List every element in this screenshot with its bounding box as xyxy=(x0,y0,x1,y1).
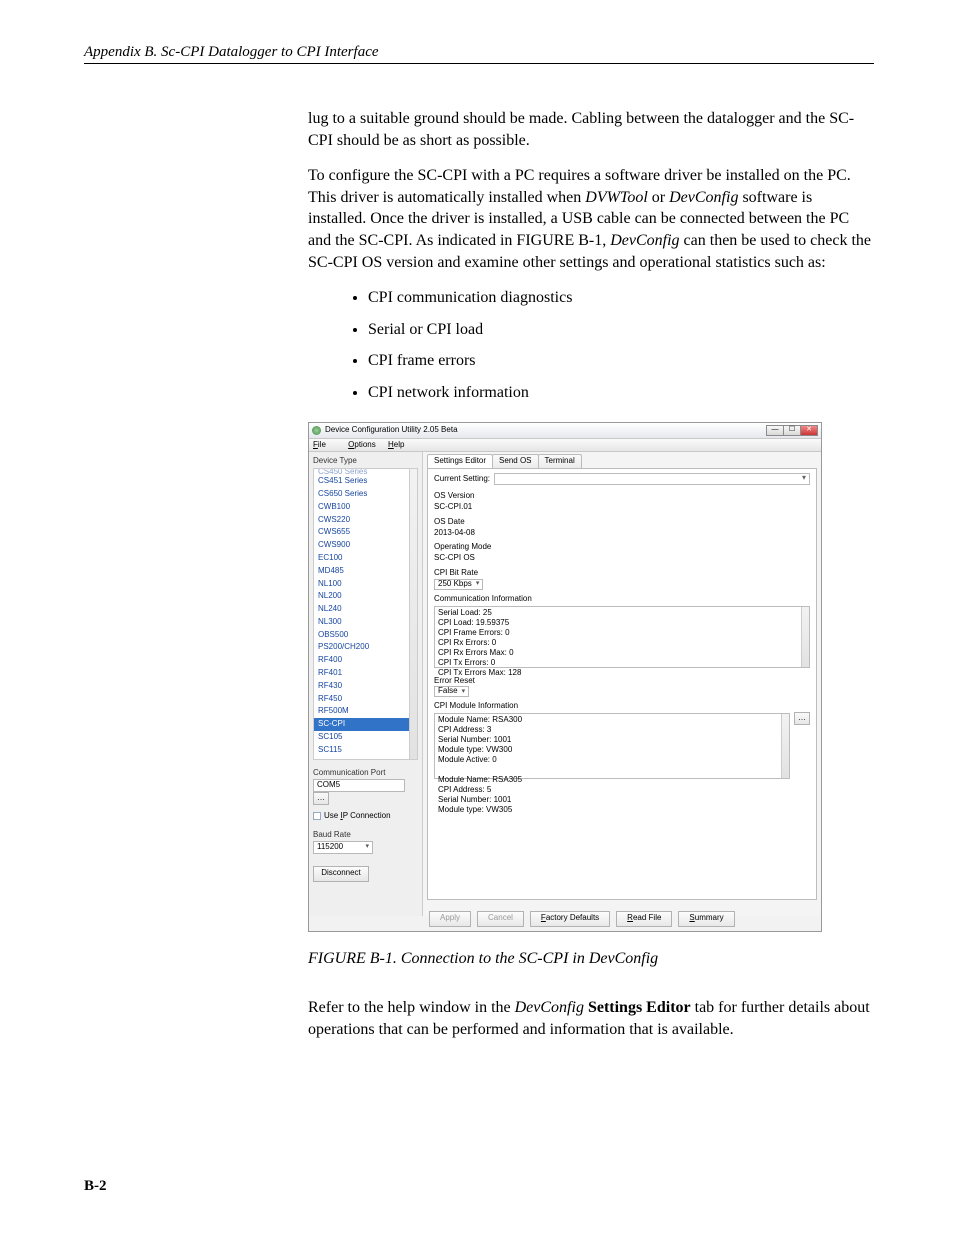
maximize-button[interactable]: ☐ xyxy=(783,425,801,436)
use-ip-label: Use IP Connection xyxy=(324,811,391,822)
italic-devconfig-3: DevConfig xyxy=(515,999,584,1016)
list-item[interactable]: RF450 xyxy=(314,693,417,706)
tab-terminal[interactable]: Terminal xyxy=(538,454,582,468)
comm-info-label: Communication Information xyxy=(434,594,810,605)
devconfig-window: Device Configuration Utility 2.05 Beta —… xyxy=(308,422,822,932)
list-item[interactable]: EC100 xyxy=(314,552,417,565)
list-item[interactable]: CS451 Series xyxy=(314,475,417,488)
list-item[interactable]: CWB100 xyxy=(314,501,417,514)
tab-settings-editor[interactable]: Settings Editor xyxy=(427,454,493,468)
list-item[interactable]: SDM-CAN xyxy=(314,757,417,760)
baud-rate-combo[interactable]: 115200 ▾ xyxy=(313,841,373,854)
comm-port-label: Communication Port xyxy=(313,768,418,779)
summary-button[interactable]: Summary xyxy=(678,911,734,927)
paragraph-1: lug to a suitable ground should be made.… xyxy=(308,108,874,151)
baud-rate-label: Baud Rate xyxy=(313,830,418,841)
error-reset-combo[interactable]: False ▾ xyxy=(434,686,469,697)
menu-bar: File Options Help xyxy=(309,439,821,453)
list-item-selected[interactable]: SC-CPI xyxy=(314,718,417,731)
module-info-browse-button[interactable]: … xyxy=(794,712,810,725)
figure-caption: FIGURE B-1. Connection to the SC-CPI in … xyxy=(308,948,874,970)
italic-dvwtool: DVWTool xyxy=(585,189,648,206)
os-date-label: OS Date xyxy=(434,517,810,528)
use-ip-checkbox[interactable] xyxy=(313,812,321,820)
list-item[interactable]: NL200 xyxy=(314,590,417,603)
current-setting-label: Current Setting: xyxy=(434,474,490,485)
left-pane: Device Type CS450 Series CS451 Series CS… xyxy=(309,452,423,916)
list-item[interactable]: PS200/CH200 xyxy=(314,641,417,654)
list-item[interactable]: NL300 xyxy=(314,616,417,629)
menu-help[interactable]: Help xyxy=(388,440,404,449)
para2-run-b: or xyxy=(648,189,669,206)
close-button[interactable]: ✕ xyxy=(800,425,818,436)
list-item[interactable]: OBS500 xyxy=(314,629,417,642)
current-setting-combo[interactable] xyxy=(494,473,810,485)
bullet-2: Serial or CPI load xyxy=(368,319,874,341)
tab-send-os[interactable]: Send OS xyxy=(492,454,538,468)
bullet-1: CPI communication diagnostics xyxy=(368,287,874,309)
italic-devconfig-2: DevConfig xyxy=(610,232,679,249)
para3-run-a: Refer to the help window in the xyxy=(308,999,515,1016)
window-titlebar[interactable]: Device Configuration Utility 2.05 Beta —… xyxy=(309,423,821,439)
list-item[interactable]: CWS655 xyxy=(314,526,417,539)
cpi-bitrate-combo[interactable]: 250 Kbps ▾ xyxy=(434,579,483,590)
list-item[interactable]: CS650 Series xyxy=(314,488,417,501)
cpi-bitrate-value: 250 Kbps xyxy=(438,579,472,590)
italic-devconfig-1: DevConfig xyxy=(669,189,738,206)
cpi-bitrate-label: CPI Bit Rate xyxy=(434,568,810,579)
operating-mode-value: SC-CPI OS xyxy=(434,553,810,564)
settings-editor-panel: Current Setting: OS Version SC-CPI.01 OS… xyxy=(427,468,817,900)
device-type-label: Device Type xyxy=(313,456,418,467)
cancel-button[interactable]: Cancel xyxy=(477,911,524,927)
disconnect-button[interactable]: Disconnect xyxy=(313,866,369,882)
list-item[interactable]: SC105 xyxy=(314,731,417,744)
list-item[interactable]: NL240 xyxy=(314,603,417,616)
tab-strip: Settings Editor Send OS Terminal xyxy=(423,452,821,468)
os-version-label: OS Version xyxy=(434,491,810,502)
read-file-button[interactable]: Read File xyxy=(616,911,672,927)
menu-options[interactable]: Options xyxy=(348,440,376,449)
bullet-3: CPI frame errors xyxy=(368,350,874,372)
operating-mode-label: Operating Mode xyxy=(434,542,810,553)
module-info-label: CPI Module Information xyxy=(434,701,810,712)
comm-port-combo[interactable]: COM5 xyxy=(313,779,405,792)
list-item[interactable]: NL100 xyxy=(314,578,417,591)
module-info-textbox[interactable]: Module Name: RSA300 CPI Address: 3 Seria… xyxy=(434,713,790,779)
comm-port-value: COM5 xyxy=(317,780,340,791)
baud-rate-value: 115200 xyxy=(317,842,343,853)
chevron-down-icon: ▾ xyxy=(476,579,480,588)
bullet-list: CPI communication diagnostics Serial or … xyxy=(308,287,874,403)
list-item[interactable]: SC115 xyxy=(314,744,417,757)
bullet-4: CPI network information xyxy=(368,382,874,404)
list-item[interactable]: RF500M xyxy=(314,705,417,718)
window-title: Device Configuration Utility 2.05 Beta xyxy=(325,425,458,436)
paragraph-2: To configure the SC-CPI with a PC requir… xyxy=(308,165,874,273)
list-item[interactable]: RF430 xyxy=(314,680,417,693)
device-type-list[interactable]: CS450 Series CS451 Series CS650 Series C… xyxy=(313,468,418,760)
os-date-value: 2013-04-08 xyxy=(434,528,810,539)
error-reset-value: False xyxy=(438,686,458,697)
list-item[interactable]: RF401 xyxy=(314,667,417,680)
list-item[interactable]: CWS220 xyxy=(314,514,417,527)
comm-port-browse-button[interactable]: … xyxy=(313,792,329,805)
paragraph-3: Refer to the help window in the DevConfi… xyxy=(308,997,874,1040)
running-header: Appendix B. Sc-CPI Datalogger to CPI Int… xyxy=(84,44,874,64)
os-version-value: SC-CPI.01 xyxy=(434,502,810,513)
page-number: B-2 xyxy=(84,1178,107,1195)
list-item[interactable]: RF400 xyxy=(314,654,417,667)
app-icon xyxy=(312,426,321,435)
chevron-down-icon: ▾ xyxy=(462,687,466,696)
chevron-down-icon: ▾ xyxy=(365,842,369,851)
list-item[interactable]: CWS900 xyxy=(314,539,417,552)
bold-settings-editor: Settings Editor xyxy=(588,999,691,1016)
right-pane: Settings Editor Send OS Terminal Current… xyxy=(423,452,821,916)
minimize-button[interactable]: — xyxy=(766,425,784,436)
menu-file[interactable]: File xyxy=(313,440,336,449)
comm-info-textbox[interactable]: Serial Load: 25 CPI Load: 19.59375 CPI F… xyxy=(434,606,810,668)
apply-button[interactable]: Apply xyxy=(429,911,471,927)
list-item[interactable]: MD485 xyxy=(314,565,417,578)
footer-button-bar: Apply Cancel Factory Defaults Read File … xyxy=(309,911,821,927)
factory-defaults-button[interactable]: Factory Defaults xyxy=(530,911,610,927)
